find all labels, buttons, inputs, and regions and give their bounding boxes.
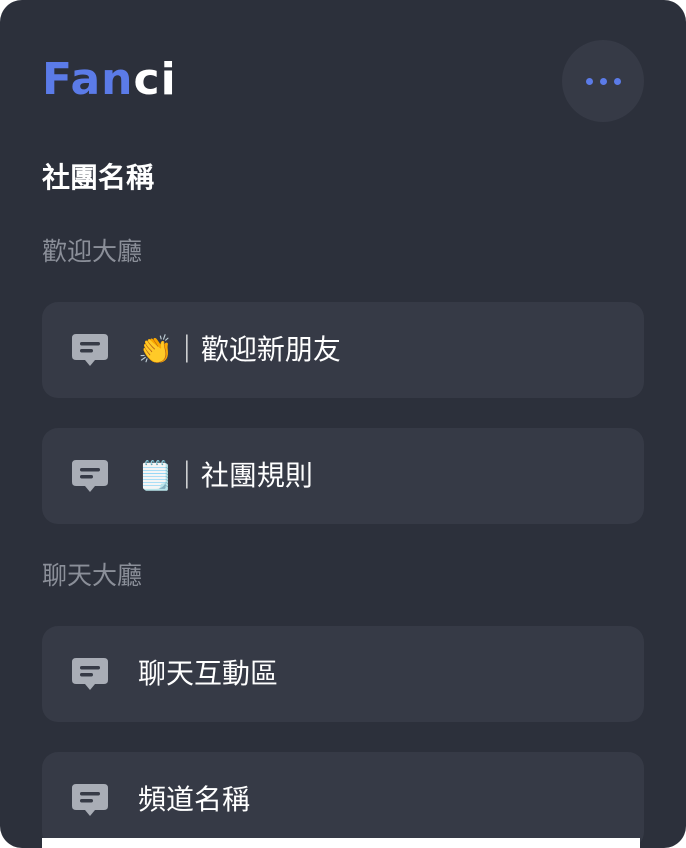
channel-label: 聊天互動區 bbox=[138, 657, 279, 690]
channel-item-community-rules[interactable]: 🗒️｜社團規則 bbox=[42, 428, 644, 524]
chat-bubble-icon bbox=[72, 658, 108, 690]
section-label-welcome: 歡迎大廳 bbox=[42, 237, 143, 266]
channel-label: 頻道名稱 bbox=[138, 783, 251, 816]
section-label-chat-lobby: 聊天大廳 bbox=[42, 561, 143, 590]
bottom-divider bbox=[42, 838, 640, 848]
channel-label: 🗒️｜社團規則 bbox=[138, 459, 313, 492]
more-options-button[interactable] bbox=[562, 40, 644, 122]
fanci-logo: Fanci bbox=[42, 56, 177, 104]
chat-bubble-icon bbox=[72, 460, 108, 492]
more-dots-icon bbox=[599, 77, 607, 85]
more-dots-icon bbox=[613, 77, 621, 85]
chat-bubble-icon bbox=[72, 334, 108, 366]
channel-item-welcome-new-friends[interactable]: 👏｜歡迎新朋友 bbox=[42, 302, 644, 398]
logo-part-ci: ci bbox=[133, 54, 177, 105]
chat-bubble-icon bbox=[72, 784, 108, 816]
channel-label: 👏｜歡迎新朋友 bbox=[138, 333, 341, 366]
logo-part-fan: Fan bbox=[42, 54, 134, 105]
channel-item-chat-interaction[interactable]: 聊天互動區 bbox=[42, 626, 644, 722]
more-dots-icon bbox=[585, 77, 593, 85]
channel-item-channel-name[interactable]: 頻道名稱 bbox=[42, 752, 644, 848]
channel-sidebar: Fanci 社團名稱 歡迎大廳 👏｜歡迎新朋友 🗒️｜社團規則 聊天大廳 聊天互… bbox=[0, 0, 686, 848]
community-name: 社團名稱 bbox=[42, 161, 155, 194]
